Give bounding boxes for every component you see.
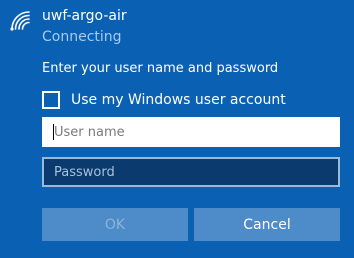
network-status: Connecting	[42, 29, 122, 45]
cancel-button[interactable]: Cancel	[194, 208, 340, 241]
ok-button: OK	[42, 208, 188, 241]
checkbox-box[interactable]	[42, 91, 60, 109]
credentials-prompt: Enter your user name and password	[42, 61, 279, 76]
password-input[interactable]	[42, 157, 340, 187]
wifi-icon	[8, 8, 34, 34]
text-cursor	[53, 124, 54, 140]
use-windows-account-label: Use my Windows user account	[71, 92, 286, 108]
network-name: uwf-argo-air	[42, 8, 127, 24]
username-input[interactable]	[42, 117, 340, 147]
use-windows-account-checkbox[interactable]: Use my Windows user account	[42, 89, 286, 111]
